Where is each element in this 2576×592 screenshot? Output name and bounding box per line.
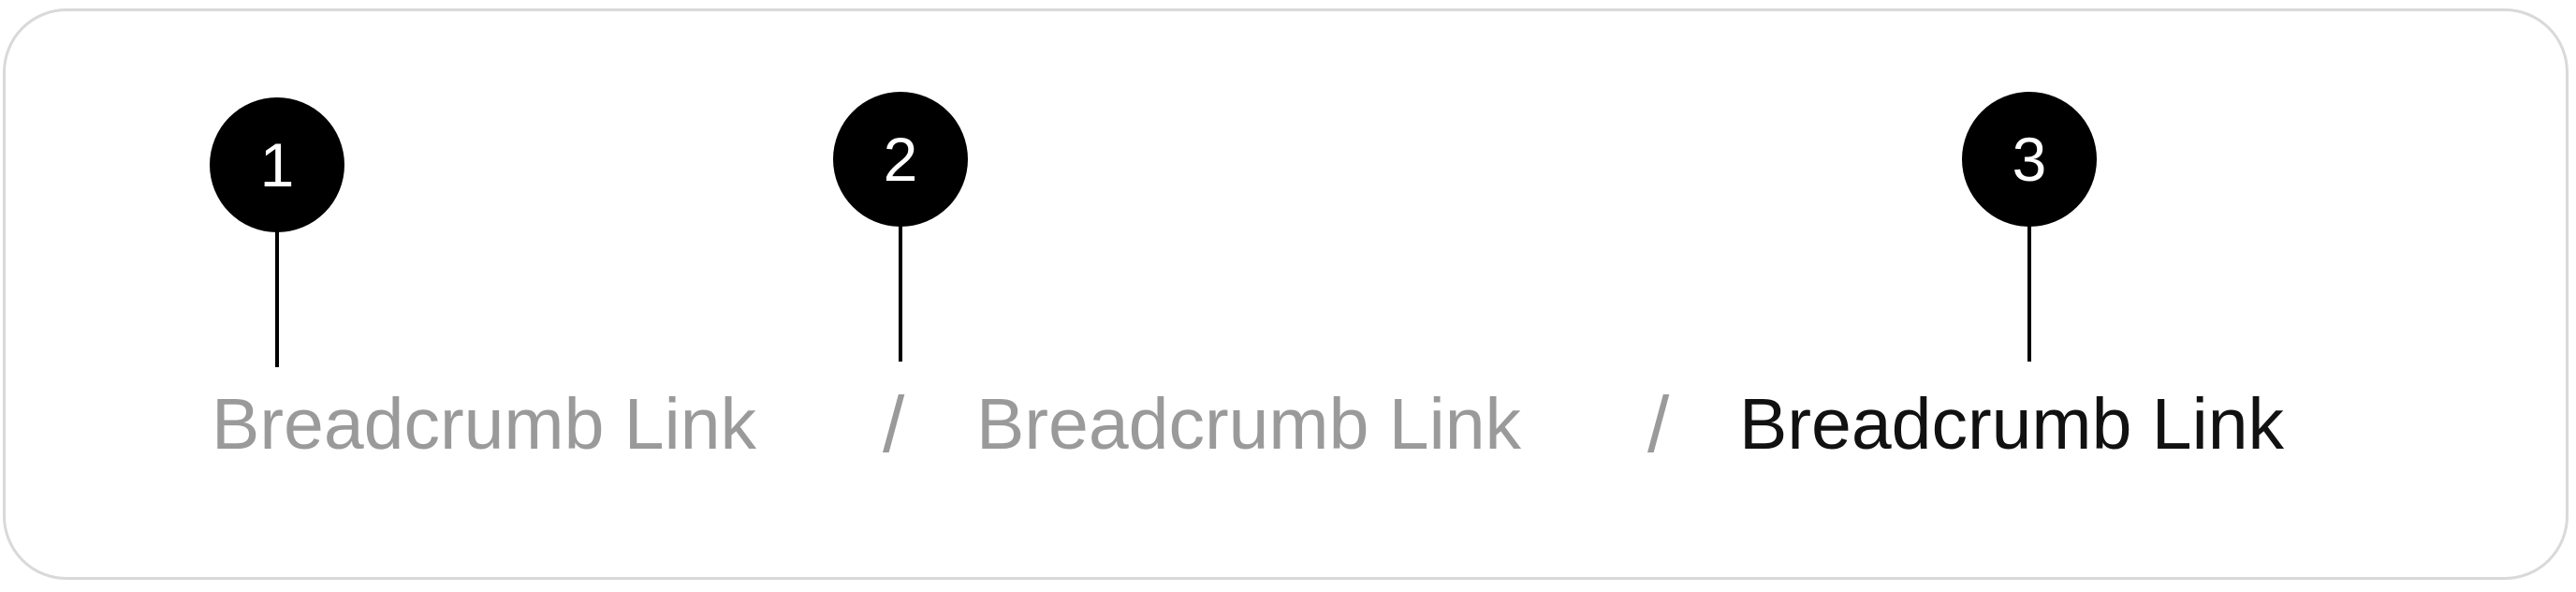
breadcrumb-link-2[interactable]: Breadcrumb Link (976, 386, 1521, 463)
breadcrumb: Breadcrumb Link / Breadcrumb Link / Brea… (0, 0, 2576, 592)
annotation-3-leader-line (2027, 225, 2031, 362)
annotation-1-marker: 1 (210, 97, 344, 232)
annotation-2-leader-line (899, 225, 902, 362)
annotation-2-marker: 2 (833, 92, 968, 227)
breadcrumb-separator-2: / (1647, 380, 1670, 468)
breadcrumb-link-1[interactable]: Breadcrumb Link (212, 386, 756, 463)
annotation-1-leader-line (275, 230, 279, 367)
breadcrumb-current-page: Breadcrumb Link (1739, 384, 2285, 465)
breadcrumb-separator-1: / (883, 380, 905, 468)
annotation-3-marker: 3 (1962, 92, 2097, 227)
